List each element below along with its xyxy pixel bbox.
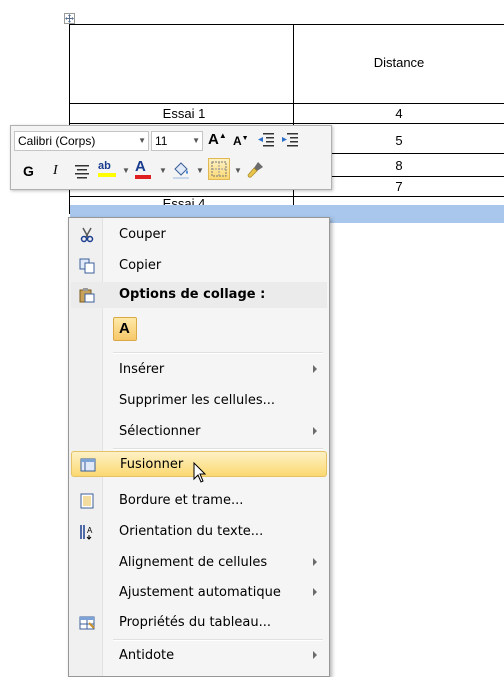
increase-indent-button[interactable]	[281, 132, 299, 153]
svg-text:A: A	[87, 526, 93, 535]
menu-item-alignement-cellules[interactable]: Alignement de cellules	[71, 550, 327, 576]
highlight-dropdown[interactable]: ▼	[122, 166, 130, 175]
submenu-arrow-icon	[313, 588, 317, 596]
menu-item-label: Sélectionner	[119, 424, 201, 439]
borders-icon	[211, 161, 227, 177]
table-properties-icon	[79, 615, 95, 631]
menu-item-label: Propriétés du tableau...	[119, 615, 271, 630]
font-color-bar	[135, 175, 151, 179]
font-size-select[interactable]: 11 ▼	[151, 131, 203, 151]
shading-dropdown[interactable]: ▼	[196, 166, 204, 175]
borders-shading-icon	[79, 493, 95, 509]
menu-item-bordure-trame[interactable]: Bordure et trame...	[71, 488, 327, 514]
menu-item-inserer[interactable]: Insérer	[71, 357, 327, 383]
menu-item-copier[interactable]: Copier	[71, 253, 327, 279]
format-painter-icon	[247, 162, 263, 178]
font-name-value: Calibri (Corps)	[18, 134, 96, 148]
menu-item-couper[interactable]: Couper	[71, 222, 327, 248]
shrink-font-button[interactable]: A▼	[233, 134, 249, 148]
paste-keep-text-button[interactable]: A	[113, 317, 137, 341]
text-direction-icon: A	[79, 524, 95, 540]
increase-indent-icon	[282, 133, 298, 147]
submenu-arrow-icon	[313, 651, 317, 659]
submenu-arrow-icon	[313, 558, 317, 566]
borders-button[interactable]	[208, 158, 230, 180]
mouse-pointer-icon	[193, 461, 207, 488]
grow-font-button[interactable]: A▲	[208, 131, 227, 148]
menu-item-label: Ajustement automatique	[119, 585, 281, 600]
borders-dropdown[interactable]: ▼	[234, 166, 242, 175]
menu-item-ajustement-automatique[interactable]: Ajustement automatique	[71, 580, 327, 606]
menu-item-label: Alignement de cellules	[119, 555, 268, 570]
paste-option-label: A	[119, 320, 130, 337]
highlight-button[interactable]: ab	[98, 160, 116, 177]
highlight-color-bar	[98, 173, 116, 177]
menu-item-label: Antidote	[119, 648, 175, 663]
menu-item-label: Options de collage :	[119, 287, 266, 302]
menu-item-proprietes-tableau[interactable]: Propriétés du tableau...	[71, 610, 327, 636]
table-cell: 7	[395, 179, 403, 194]
header-distance: Distance	[373, 55, 425, 70]
font-color-dropdown[interactable]: ▼	[159, 166, 167, 175]
menu-item-orientation-texte[interactable]: A Orientation du texte...	[71, 519, 327, 545]
menu-item-label: Copier	[119, 258, 162, 273]
menu-item-selectionner[interactable]: Sélectionner	[71, 419, 327, 445]
align-center-icon	[75, 165, 89, 179]
align-center-button[interactable]	[74, 164, 90, 184]
bold-button[interactable]: G	[23, 163, 34, 179]
paste-icon	[79, 287, 95, 303]
format-painter-button[interactable]	[245, 160, 265, 185]
table-cell: 8	[395, 158, 403, 173]
merge-cells-icon	[80, 457, 96, 473]
chevron-down-icon: ▼	[192, 136, 200, 145]
submenu-arrow-icon	[313, 427, 317, 435]
paste-options-header: Options de collage :	[71, 282, 327, 308]
mini-toolbar: Calibri (Corps) ▼ 11 ▼ A▲ A▼ G I ab ▼ A …	[10, 125, 332, 190]
submenu-arrow-icon	[313, 365, 317, 373]
menu-item-label: Couper	[119, 227, 166, 242]
table-cell: 5	[395, 133, 403, 148]
menu-item-label: Orientation du texte...	[119, 524, 264, 539]
menu-item-label: Insérer	[119, 362, 165, 377]
shading-button[interactable]	[171, 160, 191, 185]
menu-item-label: Supprimer les cellules...	[119, 393, 275, 408]
context-menu: Couper Copier Options de collage : A Ins…	[68, 217, 330, 677]
chevron-down-icon: ▼	[138, 136, 146, 145]
table-cell: 4	[395, 106, 403, 121]
menu-item-label: Bordure et trame...	[119, 493, 244, 508]
decrease-indent-icon	[258, 133, 274, 147]
font-size-value: 11	[155, 134, 168, 148]
scissors-icon	[79, 227, 95, 243]
move-arrows-icon	[65, 14, 74, 23]
table-cell: Essai 1	[162, 106, 206, 121]
table-move-handle[interactable]	[64, 13, 75, 24]
italic-button[interactable]: I	[53, 163, 58, 179]
menu-item-antidote[interactable]: Antidote	[71, 643, 327, 669]
paint-bucket-icon	[173, 162, 189, 179]
copy-icon	[79, 258, 95, 274]
menu-item-supprimer-cellules[interactable]: Supprimer les cellules...	[71, 388, 327, 414]
decrease-indent-button[interactable]	[257, 132, 275, 153]
font-name-select[interactable]: Calibri (Corps) ▼	[14, 131, 149, 151]
font-color-button[interactable]: A	[135, 158, 151, 179]
menu-item-label: Fusionner	[120, 457, 184, 472]
